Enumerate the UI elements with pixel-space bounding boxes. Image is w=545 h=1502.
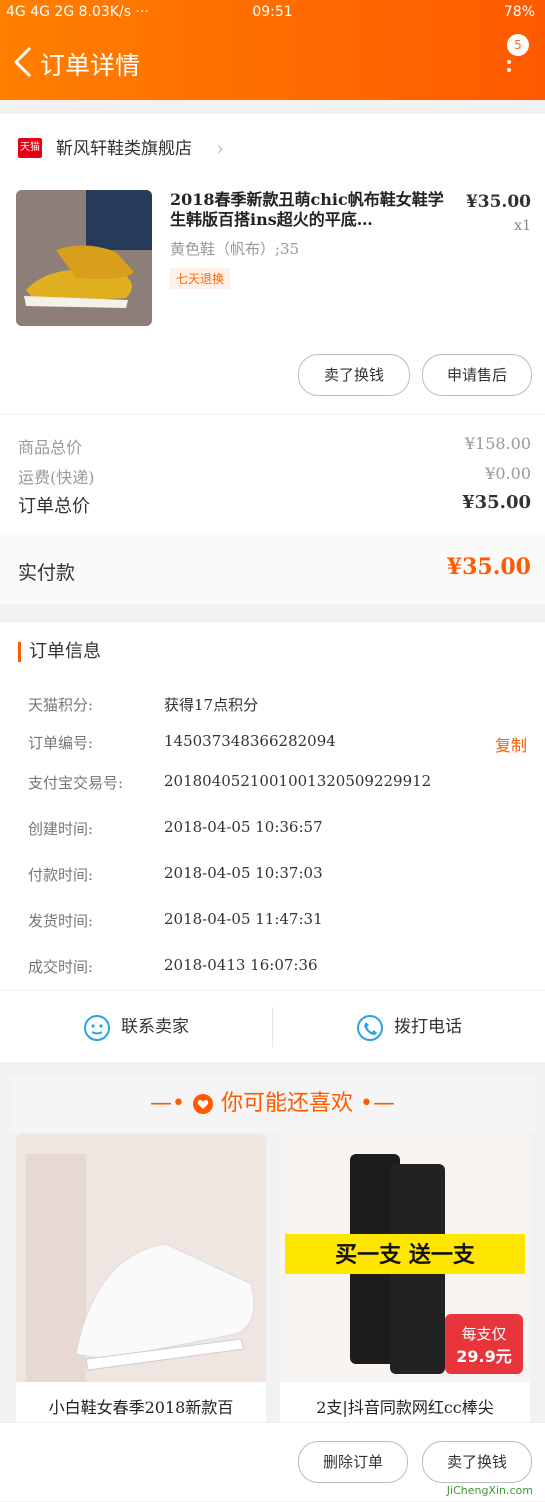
store-name[interactable]: 靳风轩鞋类旗舰店 [56,134,192,159]
info-key: 成交时间: [28,958,94,976]
call-button[interactable]: 拨打电话 [273,991,545,1063]
call-label: 拨打电话 [394,1017,462,1037]
dash-left-icon: —• [150,1091,185,1116]
battery-level: 78% [503,4,535,20]
apply-aftersale-button[interactable]: 申请售后 [422,354,532,396]
clock: 09:51 [252,4,293,20]
order-total-label: 订单总价 [18,496,90,517]
product-image: 买一支 送一支 每支仅 29.9元 [280,1134,530,1384]
bottom-action-bar: 删除订单 卖了换钱 JiChengXin.com [0,1422,545,1501]
product-title[interactable]: 2018春季新款丑萌chic帆布鞋女鞋学生韩版百搭ins超火的平底… [170,190,455,230]
goods-total-value: ¥158.00 [464,434,531,453]
order-number: 145037348366282094 [164,732,336,750]
shipping-label: 运费(快递) [18,468,95,487]
info-key: 支付宝交易号: [28,774,124,792]
amount-paid-value: ¥35.00 [446,554,531,580]
info-value: 2018-0413 16:07:36 [164,956,318,974]
order-total-value: ¥35.00 [462,492,531,513]
info-value: 2018-04-05 11:47:31 [164,910,323,928]
sell-for-cash-button[interactable]: 卖了换钱 [298,354,410,396]
recommended-item[interactable]: 买一支 送一支 每支仅 29.9元 2支|抖音同款网红cc棒尖 [280,1134,530,1434]
tmall-logo-icon: 天猫 [18,138,42,158]
order-info-title: 订单信息 [18,642,101,662]
goods-total-row: 商品总价 ¥158.00 [18,434,531,458]
heart-icon [192,1094,213,1114]
promo-text: 买一支 送一支 [335,1242,476,1268]
order-total-row: 订单总价 ¥35.00 [18,492,531,518]
product-spec: 黄色鞋（帆布）;35 [170,240,300,258]
amount-paid-label: 实付款 [18,562,76,584]
info-value: 2018040521001001320509229912 [164,772,432,790]
product-thumbnail[interactable] [16,190,152,326]
shipping-value: ¥0.00 [485,464,531,483]
recommended-item[interactable]: 小白鞋女春季2018新款百 [16,1134,266,1434]
info-value: 2018-04-05 10:36:57 [164,818,323,836]
goods-total-label: 商品总价 [18,438,83,457]
watermark: JiChengXin.com [446,1484,533,1497]
contact-bar: 联系卖家 拨打电话 [0,990,545,1063]
more-menu-icon[interactable] [507,60,513,76]
chevron-right-icon[interactable]: › [216,136,224,160]
price-tag-line-1: 每支仅 [461,1325,506,1343]
return-policy-tag: 七天退换 [170,268,231,289]
divider [0,414,545,415]
contact-seller-button[interactable]: 联系卖家 [0,991,272,1063]
info-key: 订单编号: [28,734,94,752]
product-price: ¥35.00 [465,192,531,212]
info-key: 发货时间: [28,912,94,930]
dash-right-icon: •— [360,1091,395,1116]
amount-paid-row: 实付款 ¥35.00 [0,532,545,604]
price-tag-line-2: 29.9元 [456,1347,511,1366]
product-image [16,1134,266,1384]
message-badge[interactable]: 5 [507,34,529,56]
recommendations-title: 你可能还喜欢 [220,1091,353,1116]
info-value: 获得17点积分 [164,696,259,714]
chat-icon [84,1014,110,1041]
recommendations-header: —• 你可能还喜欢 •— [10,1076,535,1132]
order-item-card: 天猫 靳风轩鞋类旗舰店 › 2018春季新款丑萌chic帆布鞋女鞋学生韩版百搭i… [0,114,545,604]
page-title: 订单详情 [40,51,141,80]
info-key: 天猫积分: [28,696,94,714]
status-bar: 4G 4G 2G 8.03K/s ··· 09:51 78% [0,0,545,28]
product-quantity: x1 [514,218,531,234]
phone-icon [357,1014,383,1041]
info-value: 2018-04-05 10:37:03 [164,864,323,882]
back-arrow-icon[interactable] [10,42,38,82]
app-header: 4G 4G 2G 8.03K/s ··· 09:51 78% 订单详情 5 [0,0,545,100]
contact-seller-label: 联系卖家 [121,1017,189,1037]
copy-button[interactable]: 复制 [495,732,527,756]
shipping-row: 运费(快递) ¥0.00 [18,464,531,488]
info-key: 付款时间: [28,866,94,884]
sell-for-cash-button-bottom[interactable]: 卖了换钱 [422,1441,532,1483]
delete-order-button[interactable]: 删除订单 [298,1441,408,1483]
info-key: 创建时间: [28,820,94,838]
